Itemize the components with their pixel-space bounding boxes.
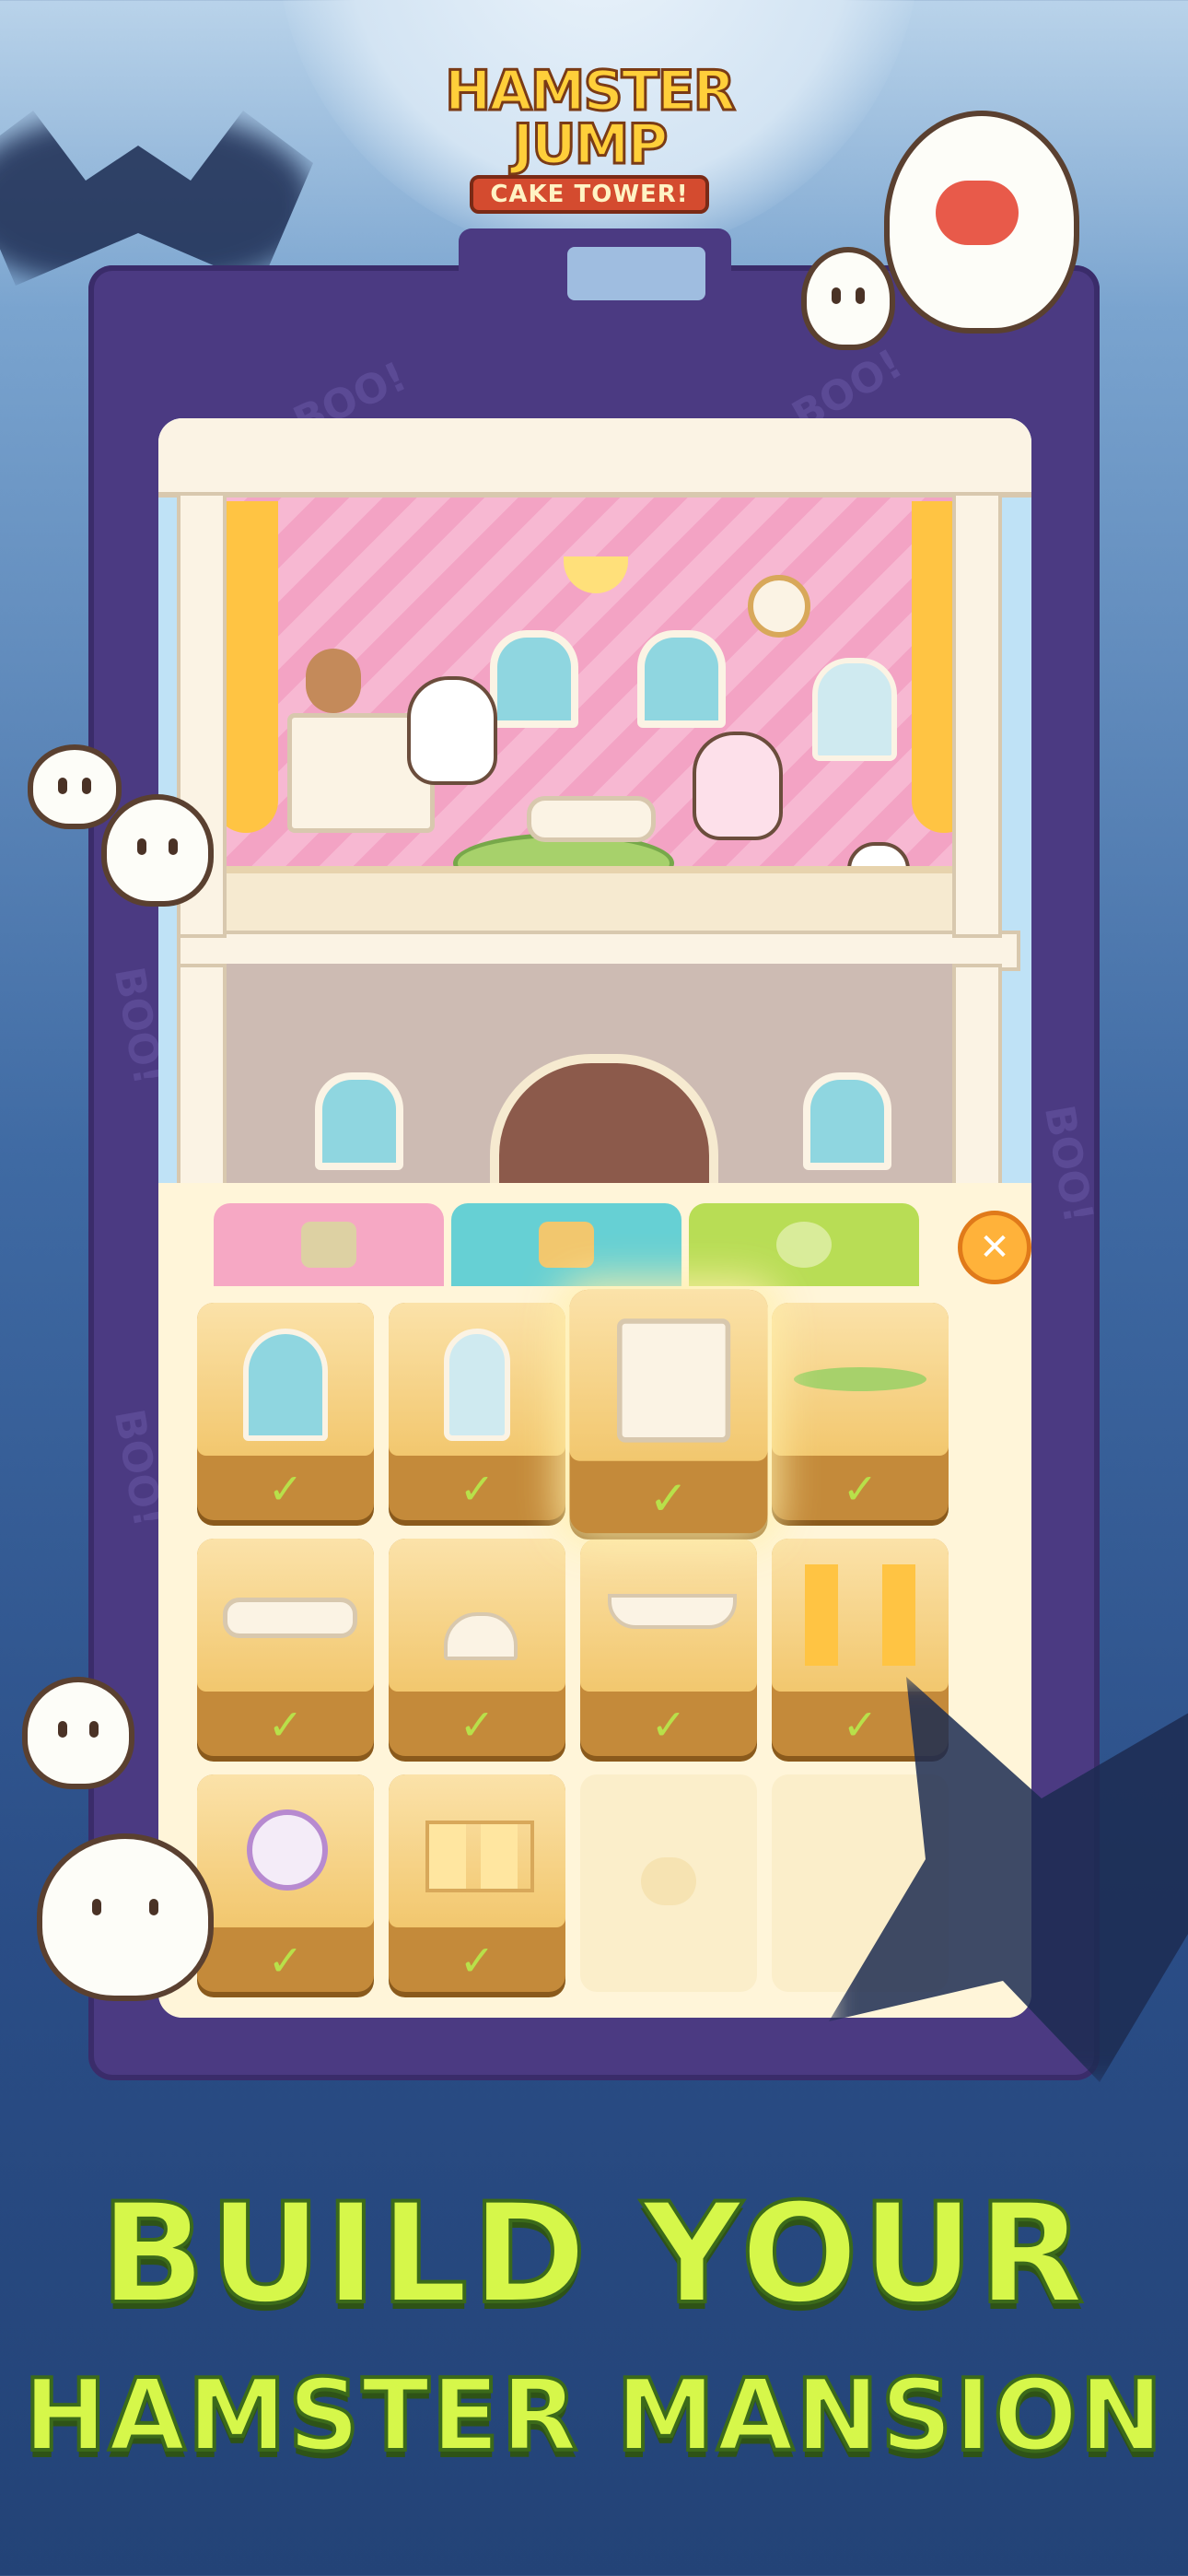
headline-line-2: HAMSTER MANSION — [21, 2357, 1165, 2476]
furniture-panel: ✕ ✓ ✓ ✓ ✓ ✓ ✓ ✓ ✓ ✓ ✓ — [158, 1183, 1031, 2018]
pillar-right-lower — [952, 964, 1002, 1190]
pillar-right-upper — [952, 492, 1002, 938]
item-wall-clock[interactable]: ✓ — [197, 1774, 374, 1992]
teddy-bear-icon — [306, 649, 361, 713]
owned-check-icon: ✓ — [459, 1936, 495, 1985]
upper-floor — [195, 866, 995, 938]
table-icon — [223, 1598, 357, 1638]
tab-furniture[interactable] — [451, 1203, 681, 1286]
valance-icon — [608, 1594, 737, 1629]
ground-window-left — [315, 1072, 403, 1170]
ghost-mouth — [936, 181, 1019, 245]
headline-line-1: BUILD YOUR — [99, 2172, 1089, 2336]
rug-icon — [794, 1367, 926, 1391]
pillar-left-lower — [177, 964, 227, 1190]
bat-silhouette-top — [0, 111, 313, 286]
ghost-small-left-1 — [28, 744, 122, 829]
ghost-large-bottom — [37, 1833, 214, 2001]
ghost-small-left-3 — [22, 1677, 134, 1789]
owned-check-icon: ✓ — [842, 1464, 879, 1514]
hamster-icon — [301, 1222, 356, 1268]
dresser-icon — [539, 1222, 594, 1268]
item-vanity-mirror[interactable]: ✓ — [389, 1303, 565, 1520]
frames-icon — [425, 1821, 534, 1892]
owned-check-icon: ✓ — [459, 1700, 495, 1750]
room-window-right — [637, 630, 726, 728]
ghost-small-top — [801, 247, 895, 350]
item-window[interactable]: ✓ — [197, 1303, 374, 1520]
vanity-mirror — [812, 658, 897, 761]
plate-icon — [776, 1222, 832, 1268]
owned-check-icon: ✓ — [459, 1464, 495, 1514]
logo-ribbon: CAKE TOWER! — [470, 175, 709, 214]
curtain-icon — [805, 1564, 915, 1666]
roof-trim — [158, 418, 1031, 498]
clock-icon — [247, 1809, 328, 1891]
owned-check-icon: ✓ — [648, 1469, 689, 1527]
ghost-small-left-2 — [101, 794, 214, 907]
item-coffee-table[interactable]: ✓ — [197, 1539, 374, 1756]
owned-check-icon: ✓ — [267, 1464, 304, 1514]
hamster-boy[interactable] — [407, 676, 497, 785]
mansion-scene — [158, 418, 1031, 1201]
window-icon — [243, 1329, 328, 1441]
hamster-silhouette-icon — [641, 1857, 696, 1905]
tab-characters[interactable] — [214, 1203, 444, 1286]
owned-check-icon: ✓ — [267, 1700, 304, 1750]
game-logo: HAMSTER JUMP CAKE TOWER! — [433, 59, 746, 214]
owned-check-icon: ✓ — [650, 1700, 687, 1750]
owned-check-icon: ✓ — [267, 1936, 304, 1985]
room-window-left — [490, 630, 578, 728]
item-valance[interactable]: ✓ — [580, 1539, 757, 1756]
tab-decor[interactable] — [689, 1203, 919, 1286]
logo-line-2: JUMP — [511, 112, 670, 177]
item-empty-slot-1[interactable] — [580, 1774, 757, 1992]
item-wall-frames[interactable]: ✓ — [389, 1774, 565, 1992]
item-dresser-selected[interactable]: ✓ — [569, 1289, 768, 1534]
item-green-rug[interactable]: ✓ — [772, 1303, 949, 1520]
wall-clock-icon — [748, 575, 810, 638]
ground-window-right — [803, 1072, 891, 1170]
item-ceiling-lamp[interactable]: ✓ — [389, 1539, 565, 1756]
boo-deco-4: BOO! — [1034, 1101, 1102, 1227]
hamster-girl[interactable] — [693, 732, 783, 840]
close-button[interactable]: ✕ — [958, 1211, 1031, 1284]
ghost-large-top — [884, 111, 1079, 334]
dresser-icon — [617, 1318, 731, 1443]
vanity-icon — [444, 1329, 510, 1441]
game-screen: ✕ ✓ ✓ ✓ ✓ ✓ ✓ ✓ ✓ ✓ ✓ — [158, 418, 1031, 2018]
frame-slot — [567, 247, 705, 300]
lamp-icon — [444, 1612, 518, 1660]
logo-line-1: HAMSTER — [444, 59, 738, 123]
coffee-table — [527, 796, 656, 842]
